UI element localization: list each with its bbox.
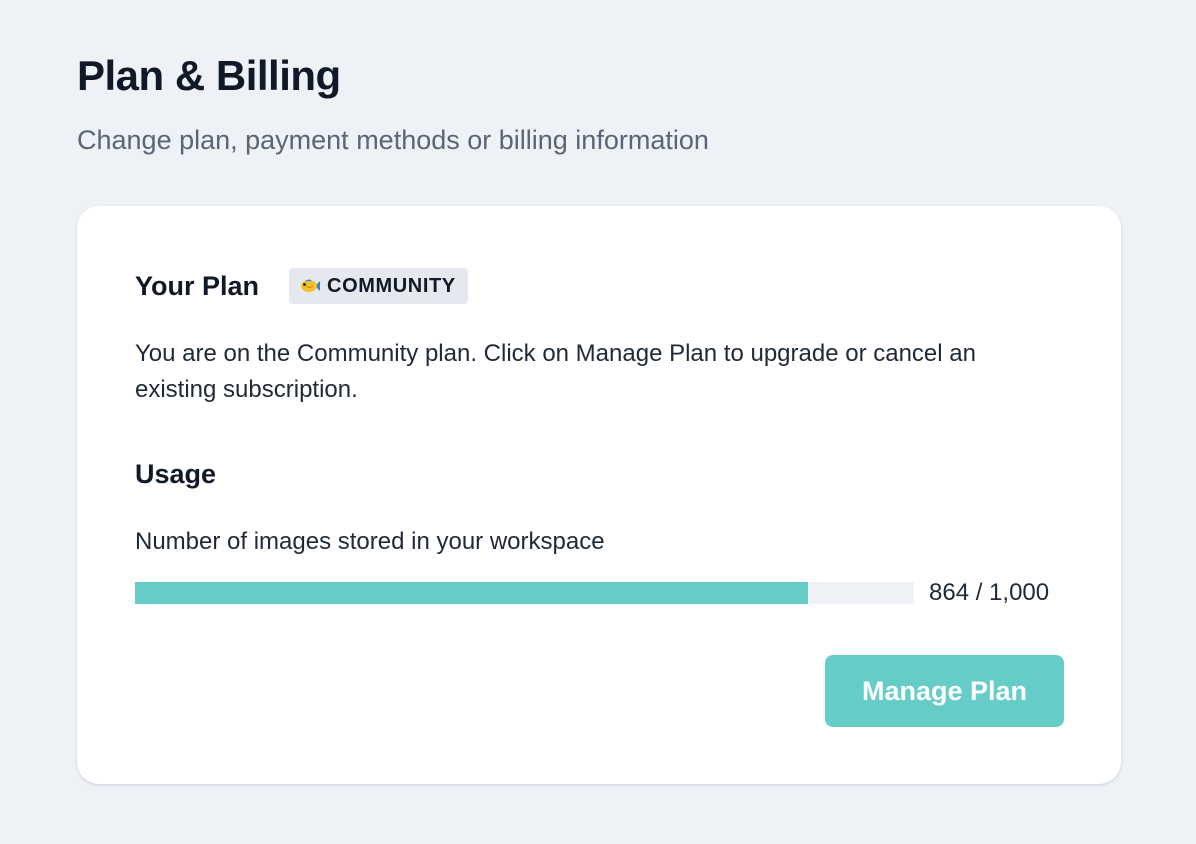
page-subtitle: Change plan, payment methods or billing …	[77, 125, 709, 155]
plan-card: Your Plan COMMUNITY You are on the Commu…	[77, 206, 1121, 784]
plan-description: You are on the Community plan. Click on …	[135, 340, 976, 403]
usage-heading: Usage	[135, 459, 217, 489]
manage-plan-button[interactable]: Manage Plan	[825, 655, 1064, 727]
usage-count: 864 / 1,000	[929, 579, 1050, 606]
usage-metric-label: Number of images stored in your workspac…	[135, 528, 605, 555]
plan-badge-label: COMMUNITY	[327, 274, 456, 297]
usage-progress-fill	[135, 582, 809, 604]
plan-heading: Your Plan	[135, 271, 260, 301]
usage-progress-bar	[135, 582, 914, 604]
plan-badge: COMMUNITY	[289, 268, 468, 304]
plan-header: Your Plan COMMUNITY	[135, 266, 468, 306]
fish-icon	[299, 275, 321, 297]
page-title: Plan & Billing	[77, 52, 341, 99]
